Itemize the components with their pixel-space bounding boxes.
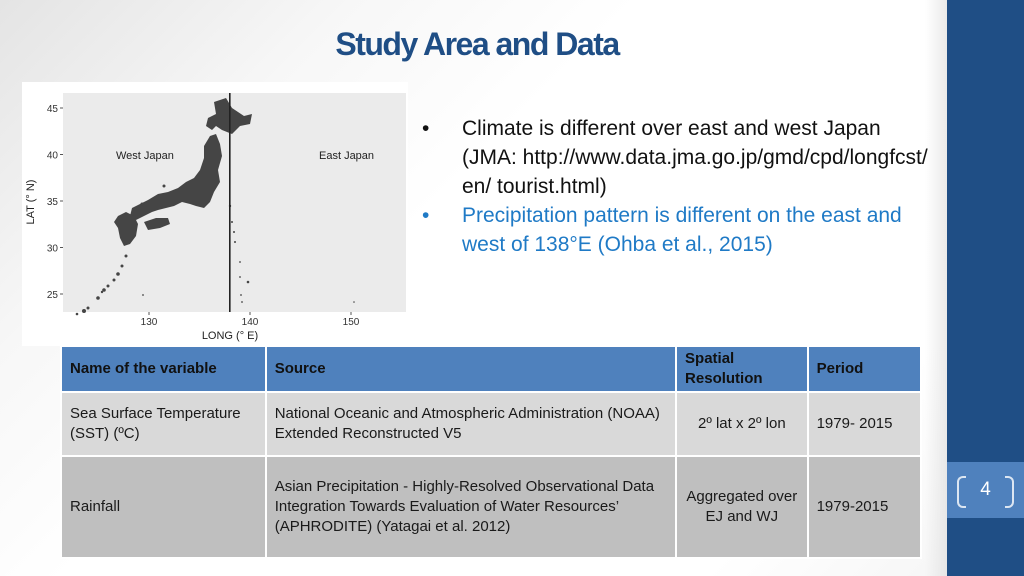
island xyxy=(106,284,110,288)
bullet-text: Precipitation pattern is different on th… xyxy=(462,204,902,256)
island xyxy=(112,278,116,282)
x-axis-ticks: 130 140 150 xyxy=(141,312,360,328)
japan-map-svg: 45 40 35 30 25 130 140 150 West Japan East J… xyxy=(25,93,406,342)
cell-source: Asian Precipitation - Highly-Resolved Ob… xyxy=(264,455,678,559)
island xyxy=(241,301,243,303)
y-axis-label: LAT (° N) xyxy=(25,180,37,225)
island xyxy=(124,254,128,258)
bullet-item: • Precipitation pattern is different on … xyxy=(418,201,928,259)
bullet-item: • Climate is different over east and wes… xyxy=(418,114,928,201)
japan-map-figure: 45 40 35 30 25 130 140 150 West Japan Ea… xyxy=(22,82,408,346)
header-variable: Name of the variable xyxy=(60,345,267,393)
table-row: Sea Surface Temperature (SST) (ºC) Natio… xyxy=(60,391,923,457)
cell-variable: Sea Surface Temperature (SST) (ºC) xyxy=(60,391,267,457)
right-bracket-icon xyxy=(1005,476,1014,508)
header-source: Source xyxy=(264,345,678,393)
sidebar-shadow xyxy=(925,0,947,576)
island xyxy=(239,276,241,278)
west-japan-label: West Japan xyxy=(116,150,174,162)
table-row: Rainfall Asian Precipitation - Highly-Re… xyxy=(60,455,923,559)
island xyxy=(233,231,235,233)
bullet-text: Climate is different over east and west … xyxy=(462,117,928,198)
island xyxy=(140,202,144,206)
island xyxy=(231,221,233,223)
x-axis-label: LONG (° E) xyxy=(202,330,258,342)
island xyxy=(239,261,241,263)
cell-period: 1979- 2015 xyxy=(806,391,923,457)
cell-source: National Oceanic and Atmospheric Adminis… xyxy=(264,391,678,457)
cell-resolution: Aggregated over EJ and WJ xyxy=(675,455,809,559)
island xyxy=(75,312,79,316)
x-tick-label: 130 xyxy=(141,317,158,328)
cell-variable: Rainfall xyxy=(60,455,267,559)
island xyxy=(240,294,242,296)
island xyxy=(100,290,104,294)
bullet-marker: • xyxy=(422,204,430,227)
island xyxy=(82,309,86,313)
y-tick-label: 45 xyxy=(47,104,59,115)
island xyxy=(353,301,355,303)
island xyxy=(142,294,144,296)
y-tick-label: 35 xyxy=(47,197,59,208)
island xyxy=(234,241,236,243)
island xyxy=(86,306,90,310)
bullet-list: • Climate is different over east and wes… xyxy=(418,114,928,259)
x-tick-label: 150 xyxy=(343,317,360,328)
x-tick-label: 140 xyxy=(242,317,259,328)
y-tick-label: 40 xyxy=(47,151,59,162)
header-period: Period xyxy=(806,345,923,393)
island xyxy=(246,280,250,284)
page-number-box: 4 xyxy=(947,462,1024,518)
header-resolution: Spatial Resolution xyxy=(675,345,809,393)
island xyxy=(116,272,120,276)
bullet-marker: • xyxy=(422,117,430,140)
data-table: Name of the variable Source Spatial Reso… xyxy=(60,345,923,559)
cell-period: 1979-2015 xyxy=(806,455,923,559)
slide-title: Study Area and Data xyxy=(335,26,620,62)
y-axis-ticks: 45 40 35 30 25 xyxy=(47,104,63,301)
table-header-row: Name of the variable Source Spatial Reso… xyxy=(60,345,923,393)
y-tick-label: 25 xyxy=(47,290,59,301)
island xyxy=(120,264,124,268)
east-japan-label: East Japan xyxy=(319,150,374,162)
y-tick-label: 30 xyxy=(47,244,59,255)
cell-resolution: 2º lat x 2º lon xyxy=(675,391,809,457)
island xyxy=(162,184,166,188)
island xyxy=(96,296,100,300)
